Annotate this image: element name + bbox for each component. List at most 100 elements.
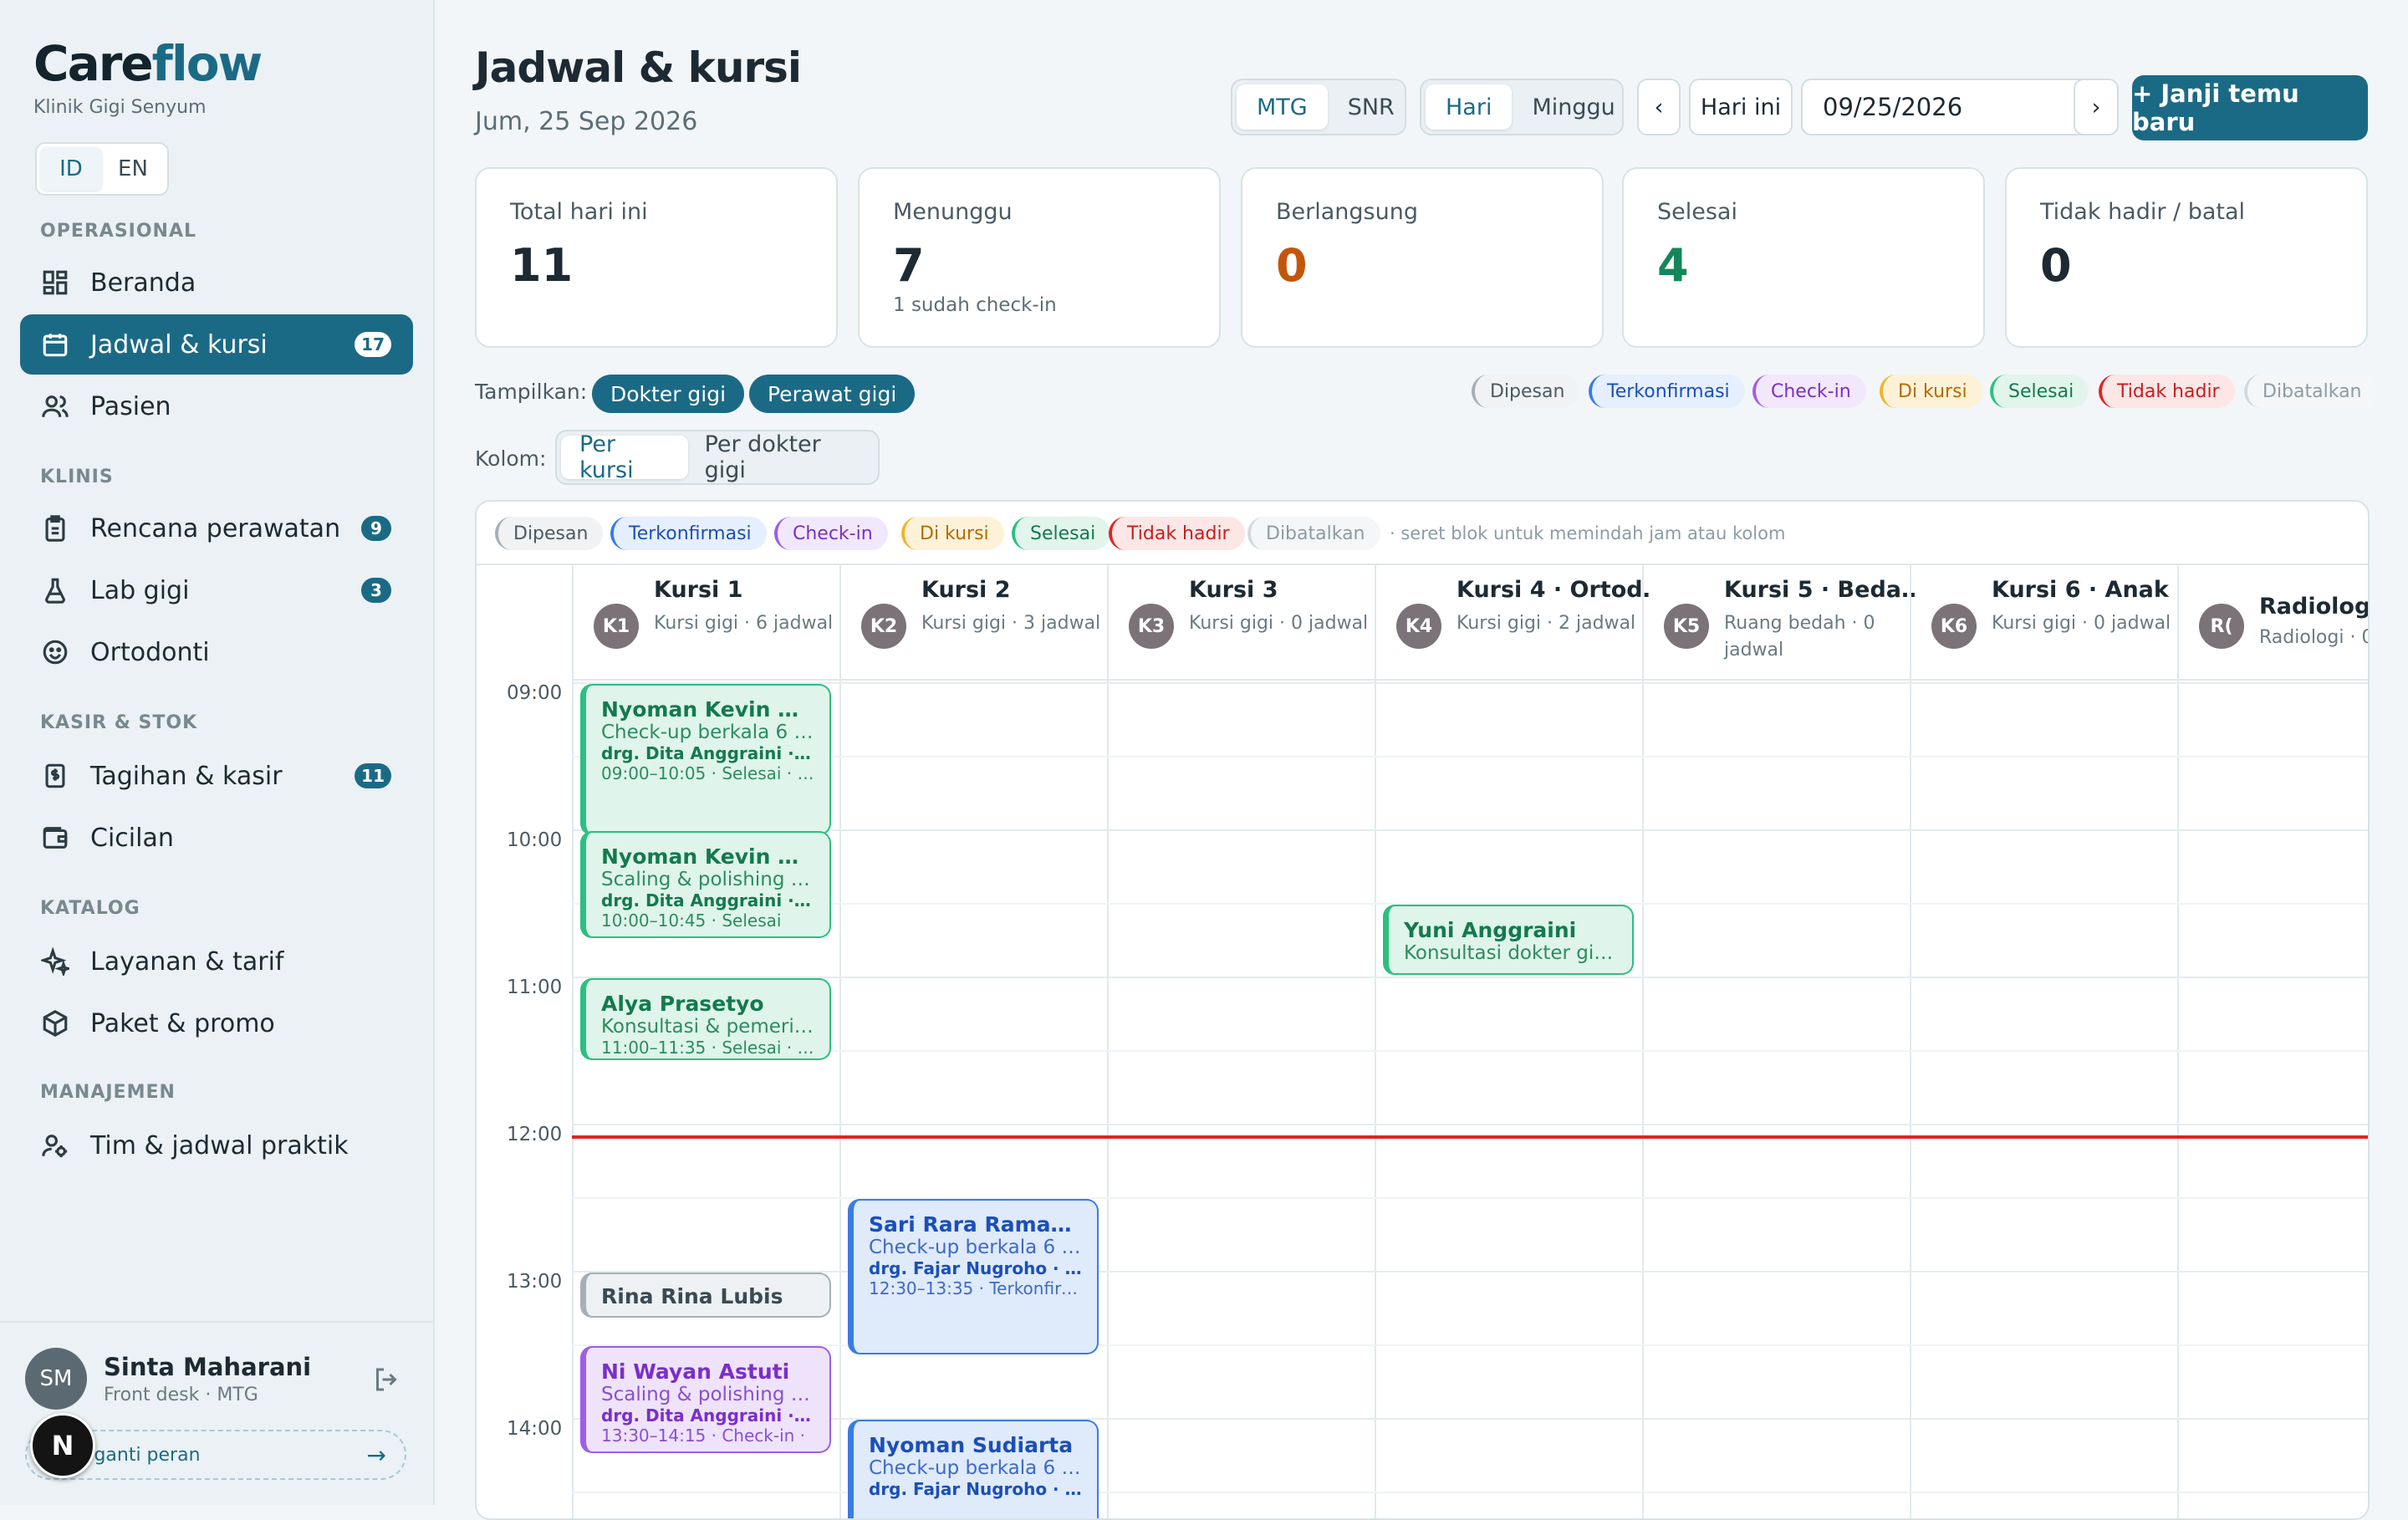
lang-en-button[interactable]: EN bbox=[102, 147, 164, 191]
status-legend-dibatalkan: Dibatalkan bbox=[2244, 375, 2377, 408]
stat-value: 4 bbox=[1657, 239, 1689, 292]
sidebar-item-beranda[interactable]: Beranda bbox=[20, 252, 413, 313]
sidebar-item-pasien[interactable]: Pasien bbox=[20, 376, 413, 436]
page-date: Jum, 25 Sep 2026 bbox=[475, 107, 698, 136]
section-kasir: KASIR & STOK bbox=[40, 712, 198, 733]
appointment-service: Scaling & polishing (sel… bbox=[601, 869, 814, 890]
column-subtitle: Kursi gigi · 0 jadwal bbox=[1189, 613, 1369, 634]
column-mode-toggle: Per kursi Per dokter gigi bbox=[555, 430, 880, 485]
column-divider bbox=[572, 681, 574, 1518]
sidebar-item-cicilan[interactable]: Cicilan bbox=[20, 808, 413, 868]
appointment-time: 13:30–14:15 · Check-in · bbox=[601, 1426, 806, 1446]
branch-toggle: MTG SNR bbox=[1231, 79, 1406, 135]
user-role: Front desk · MTG bbox=[104, 1385, 258, 1405]
next-day-button[interactable]: › bbox=[2074, 79, 2119, 135]
filter-dentist-chip[interactable]: Dokter gigi bbox=[592, 375, 745, 413]
branch-snr-button[interactable]: SNR bbox=[1328, 84, 1415, 130]
appointment-service: Check-up berkala 6 bul… bbox=[601, 722, 814, 743]
appointment-doctor: drg. Dita Anggraini · Fitri bbox=[601, 890, 814, 910]
branch-mtg-button[interactable]: MTG bbox=[1237, 84, 1328, 130]
sidebar-item-label: Pasien bbox=[90, 391, 171, 421]
appointment-block[interactable]: Nyoman Kevin Mahe…Check-up berkala 6 bul… bbox=[580, 684, 831, 835]
per-chair-button[interactable]: Per kursi bbox=[561, 431, 688, 483]
stat-card: Tidak hadir / batal 0 bbox=[2005, 167, 2368, 348]
sidebar-item-jadwal[interactable]: Jadwal & kursi 17 bbox=[20, 314, 413, 375]
section-katalog: KATALOG bbox=[40, 898, 140, 919]
view-toggle: Hari Minggu bbox=[1420, 79, 1624, 135]
section-manajemen: MANAJEMEN bbox=[40, 1082, 176, 1103]
status-legend-di-kursi: Di kursi bbox=[901, 517, 1004, 550]
logout-icon[interactable] bbox=[371, 1364, 401, 1395]
sidebar-item-lab[interactable]: Lab gigi 3 bbox=[20, 560, 413, 620]
appointment-patient: Sari Rara Ramadhan bbox=[869, 1212, 1082, 1237]
appointment-patient: Rina Rina Lubis bbox=[601, 1284, 783, 1308]
assistant-overlay-button[interactable]: N bbox=[30, 1413, 95, 1478]
view-day-button[interactable]: Hari bbox=[1426, 84, 1513, 130]
appointment-block[interactable]: Sari Rara RamadhanCheck-up berkala 6 bul… bbox=[848, 1199, 1099, 1355]
status-legend-check-in: Check-in bbox=[774, 517, 888, 550]
appointment-block[interactable]: Yuni AnggrainiKonsultasi dokter gigi s… bbox=[1383, 905, 1634, 975]
sidebar-item-layanan[interactable]: Layanan & tarif bbox=[20, 931, 413, 992]
arrow-right-icon: → bbox=[366, 1441, 386, 1469]
column-header[interactable]: K5 Kursi 5 · Beda… Ruang bedah · 0 jadwal bbox=[1642, 565, 1916, 681]
date-input[interactable]: 09/25/2026 bbox=[1801, 79, 2119, 135]
today-button[interactable]: Hari ini bbox=[1689, 79, 1793, 135]
section-operasional: OPERASIONAL bbox=[40, 221, 197, 242]
appointment-patient: Ni Wayan Astuti bbox=[601, 1359, 790, 1384]
hour-gridline bbox=[572, 756, 2368, 757]
status-legend-check-in: Check-in bbox=[1752, 375, 1866, 408]
sidebar-item-tagihan[interactable]: Tagihan & kasir 11 bbox=[20, 746, 413, 806]
column-header[interactable]: K2 Kursi 2 Kursi gigi · 3 jadwal bbox=[839, 565, 1107, 681]
stat-card: Selesai 4 bbox=[1622, 167, 1985, 348]
brand-name-a: Care bbox=[33, 35, 154, 92]
column-header[interactable]: K1 Kursi 1 Kursi gigi · 6 jadwal bbox=[572, 565, 839, 681]
language-switch: ID EN bbox=[35, 142, 169, 196]
time-label: 09:00 bbox=[507, 682, 563, 704]
appointment-doctor: drg. Dita Anggraini · Eka bbox=[601, 743, 814, 763]
stat-value: 0 bbox=[2040, 239, 2072, 292]
hour-gridline bbox=[572, 1418, 2368, 1420]
stat-value: 0 bbox=[1276, 239, 1308, 292]
sidebar-item-label: Rencana perawatan bbox=[90, 513, 341, 543]
grid-legend-row: Dipesan Terkonfirmasi Check-in Di kursi Sele… bbox=[477, 502, 2368, 565]
sidebar-item-rencana[interactable]: Rencana perawatan 9 bbox=[20, 498, 413, 559]
appointment-block[interactable]: Rina Rina Lubis bbox=[580, 1273, 831, 1319]
sidebar-item-label: Cicilan bbox=[90, 823, 174, 853]
status-legend-terkonfirmasi: Terkonfirmasi bbox=[1589, 375, 1745, 408]
avatar[interactable]: SM bbox=[25, 1348, 87, 1410]
appointment-service: Konsultasi & pemeriksa… bbox=[601, 1016, 814, 1038]
stat-value: 11 bbox=[510, 239, 574, 292]
appointment-block[interactable]: Nyoman SudiartaCheck-up berkala 6 bul…dr… bbox=[848, 1420, 1099, 1518]
sidebar-item-paket[interactable]: Paket & promo bbox=[20, 993, 413, 1053]
appointment-service: Konsultasi dokter gigi s… bbox=[1404, 942, 1617, 964]
appointment-block[interactable]: Nyoman Kevin Mahe…Scaling & polishing (s… bbox=[580, 831, 831, 938]
prev-day-button[interactable]: ‹ bbox=[1637, 79, 1681, 135]
brand-logo[interactable]: Careflow bbox=[33, 35, 263, 92]
appointment-time: 10:00–10:45 · Selesai bbox=[601, 910, 782, 931]
sidebar-item-ortodonti[interactable]: Ortodonti bbox=[20, 622, 413, 682]
column-badge: K4 bbox=[1396, 604, 1441, 649]
schedule-grid: Dipesan Terkonfirmasi Check-in Di kursi Sele… bbox=[475, 500, 2370, 1520]
new-appointment-button[interactable]: + Janji temu baru bbox=[2132, 75, 2368, 140]
per-dentist-button[interactable]: Per dokter gigi bbox=[688, 431, 874, 483]
lang-id-button[interactable]: ID bbox=[40, 147, 102, 191]
appointment-block[interactable]: Alya PrasetyoKonsultasi & pemeriksa…11:0… bbox=[580, 978, 831, 1061]
filter-nurse-chip[interactable]: Perawat gigi bbox=[749, 375, 916, 413]
column-header[interactable]: R(Radiologi (Radiologi · 0 jadwal bbox=[2177, 565, 2368, 681]
appointment-block[interactable]: Ni Wayan AstutiScaling & polishing (sel…… bbox=[580, 1346, 831, 1453]
sidebar-item-label: Jadwal & kursi bbox=[90, 329, 268, 360]
column-divider bbox=[839, 681, 841, 1518]
column-header[interactable]: K4 Kursi 4 · Ortod… Kursi gigi · 2 jadwal bbox=[1375, 565, 1649, 681]
stat-subtext: 1 sudah check-in bbox=[893, 294, 1057, 316]
sidebar-item-tim[interactable]: Tim & jadwal praktik bbox=[20, 1115, 413, 1176]
column-subtitle: Kursi gigi · 6 jadwal bbox=[654, 613, 834, 634]
column-mode-label: Kolom: bbox=[475, 446, 547, 471]
column-name: Kursi 4 · Ortod… bbox=[1457, 577, 1649, 603]
column-header[interactable]: K3 Kursi 3 Kursi gigi · 0 jadwal bbox=[1107, 565, 1375, 681]
view-week-button[interactable]: Minggu bbox=[1512, 84, 1635, 130]
appointment-time: 11:00–11:35 · Selesai · app bbox=[601, 1038, 814, 1058]
column-name: Kursi 3 bbox=[1189, 577, 1278, 603]
user-name: Sinta Maharani bbox=[104, 1353, 312, 1381]
drag-hint: · seret blok untuk memindah jam atau kol… bbox=[1390, 523, 1786, 543]
column-header[interactable]: K6 Kursi 6 · Anak Kursi gigi · 0 jadwal bbox=[1910, 565, 2177, 681]
